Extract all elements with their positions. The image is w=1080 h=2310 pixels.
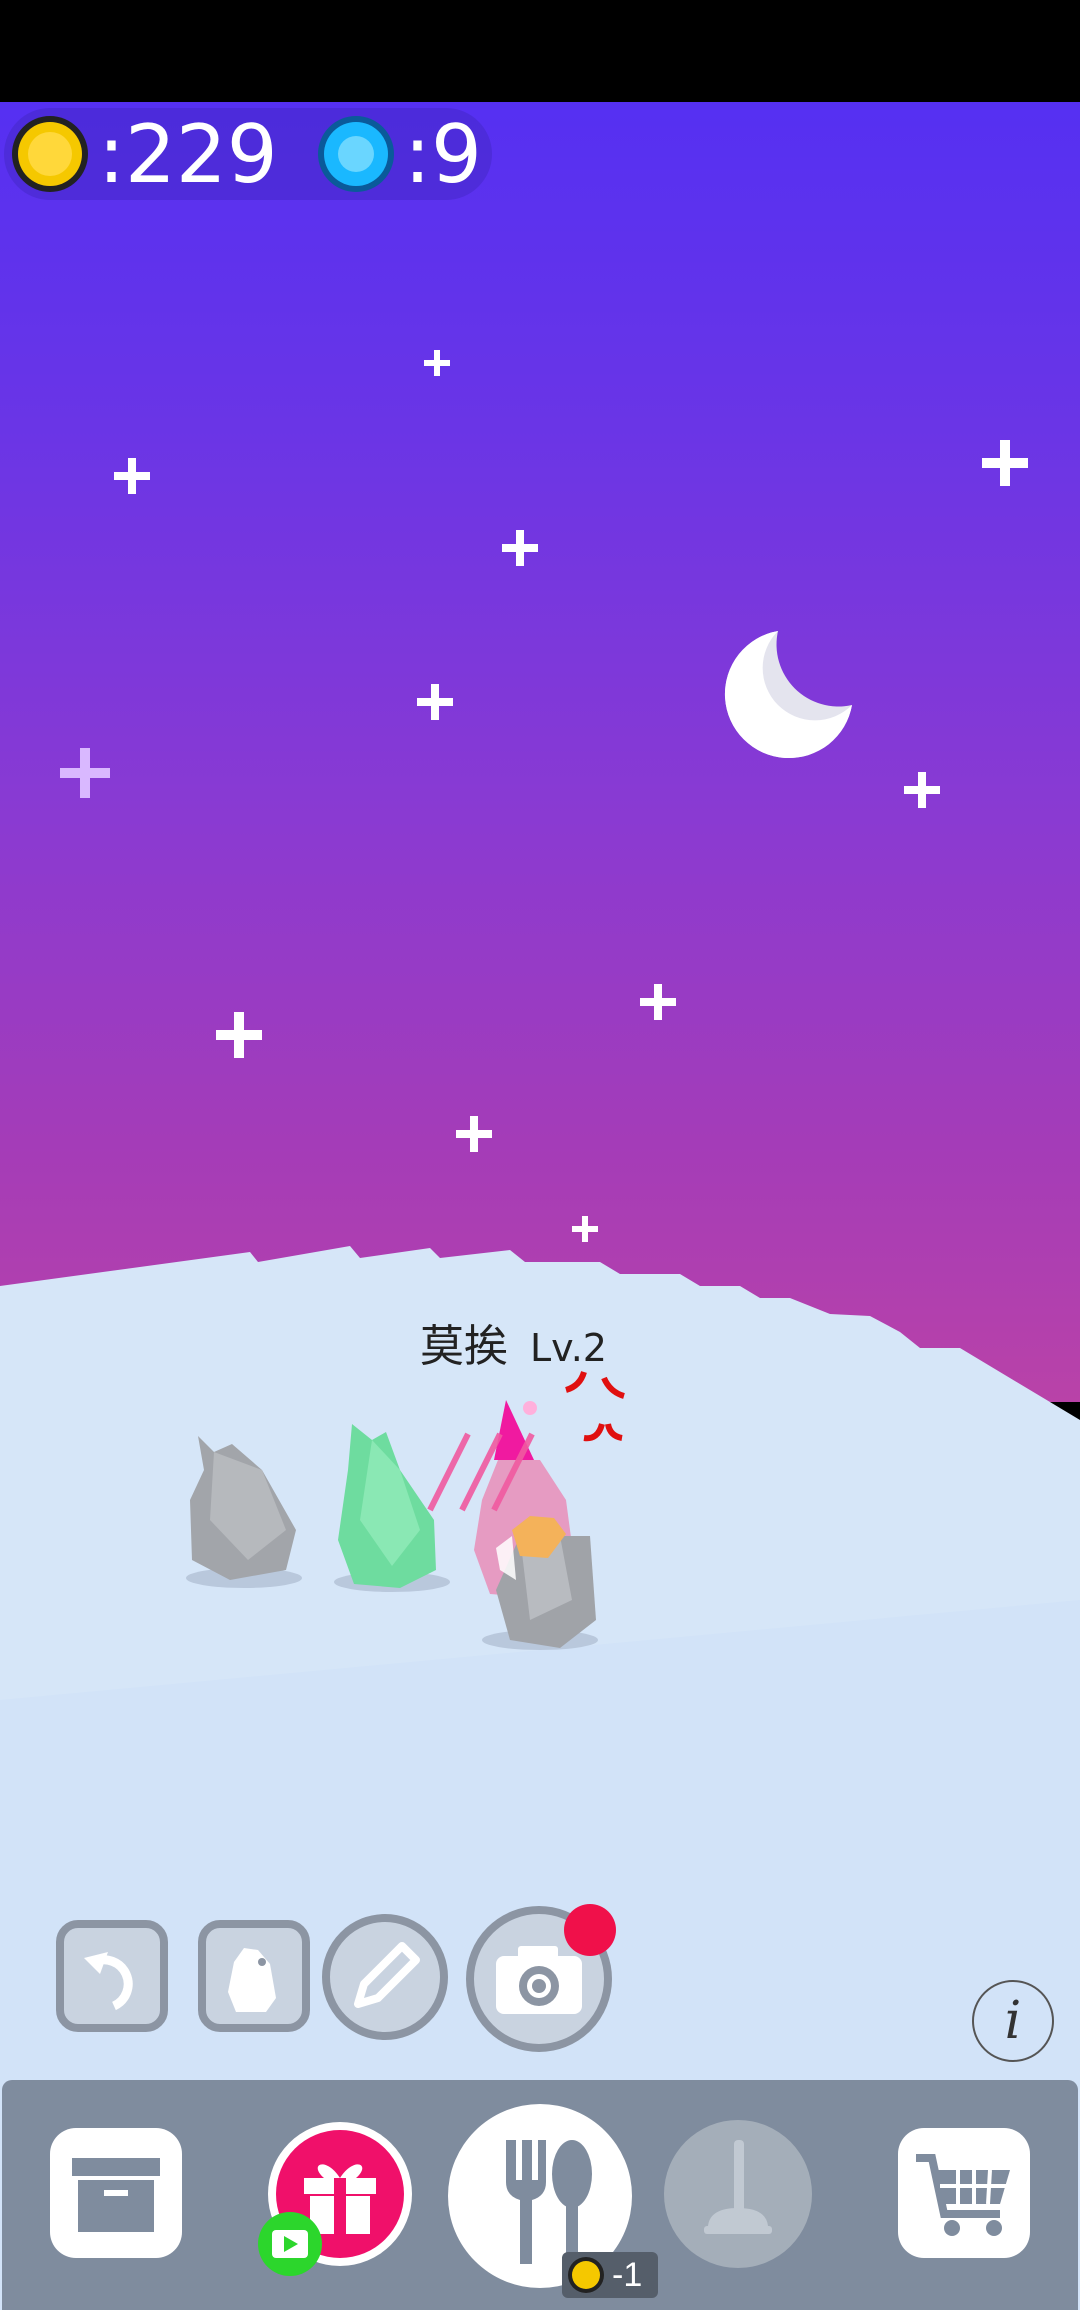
shop-button[interactable] xyxy=(898,2128,1030,2258)
plunger-icon xyxy=(704,2140,772,2234)
play-video-icon xyxy=(272,2230,308,2258)
edit-button[interactable] xyxy=(322,1914,448,2040)
info-button[interactable]: i xyxy=(972,1980,1054,2062)
penguin-icon xyxy=(228,1948,276,2012)
pencil-icon xyxy=(354,1942,420,2008)
green-penguin xyxy=(338,1424,436,1588)
cart-icon xyxy=(916,2154,1010,2236)
feed-cost: -1 xyxy=(612,2256,643,2294)
storage-button[interactable] xyxy=(50,2128,182,2258)
gray-penguin xyxy=(190,1436,296,1580)
rotate-button[interactable] xyxy=(56,1920,168,2032)
camera-notification-badge xyxy=(564,1904,616,1956)
feed-cost-badge: -1 xyxy=(562,2252,658,2298)
box-icon xyxy=(72,2158,160,2232)
angry-emote-icon xyxy=(565,1371,625,1442)
penguin-button[interactable] xyxy=(198,1920,310,2032)
coin-icon xyxy=(568,2257,604,2293)
plunger-button xyxy=(664,2120,812,2268)
rotate-icon xyxy=(84,1952,133,2011)
watch-ad-badge[interactable] xyxy=(258,2212,322,2276)
game-stage: :229 :9 莫挨 Lv.2 i -1 xyxy=(0,0,1080,2310)
